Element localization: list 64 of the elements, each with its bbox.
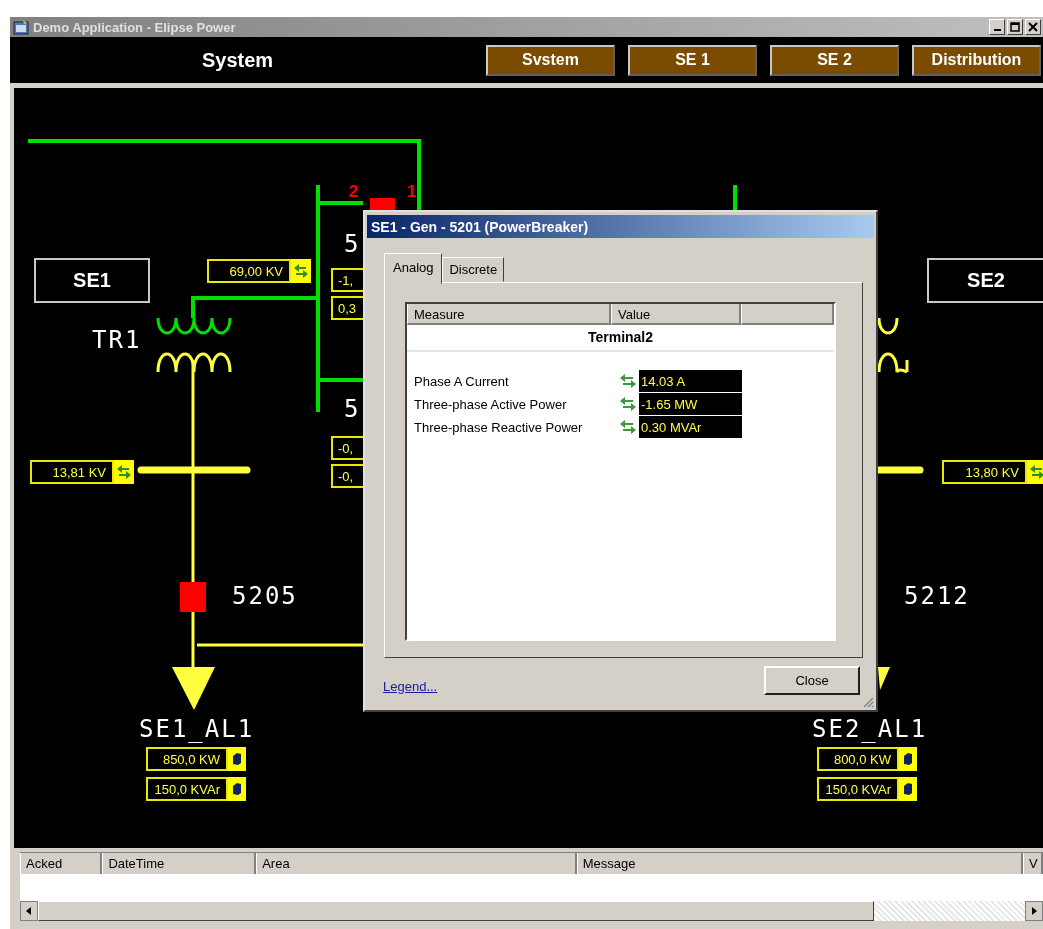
column-header[interactable]: Value <box>611 304 741 325</box>
diagram-label: 5 <box>344 395 361 423</box>
manual-entry-icon <box>228 777 246 801</box>
diagram-label: 5 <box>344 230 361 258</box>
coil-drawing <box>877 316 909 374</box>
tab[interactable]: Analog <box>384 253 443 284</box>
station-button[interactable]: SE2 <box>927 258 1043 303</box>
load-arrow-icon <box>878 667 890 690</box>
manual-entry-icon <box>899 747 917 771</box>
scroll-left-icon[interactable] <box>20 901 38 921</box>
resize-grip-icon[interactable] <box>862 696 874 708</box>
minimize-button[interactable] <box>989 19 1005 35</box>
nav-button[interactable]: SE 2 <box>770 44 899 76</box>
nav-button[interactable]: Svstem <box>486 44 615 76</box>
measurement-value[interactable]: 800,0 KW <box>817 747 899 771</box>
manual-entry-icon <box>228 747 246 771</box>
measure-value: 0.30 MVAr <box>639 416 742 438</box>
scroll-thumb[interactable] <box>38 901 874 921</box>
diagram-label: 5205 <box>232 582 298 610</box>
close-button[interactable]: Close <box>764 666 860 695</box>
nav-button[interactable]: Distribution <box>912 44 1041 76</box>
station-button[interactable]: SE1 <box>34 258 150 303</box>
exchange-arrows-icon <box>619 419 637 435</box>
diagram-label: 2 <box>349 182 359 202</box>
diagram-label: 1 <box>407 182 417 202</box>
column-header[interactable]: Measure <box>407 304 611 325</box>
close-icon <box>1027 21 1039 33</box>
measurement-value[interactable]: 150,0 KVAr <box>146 777 228 801</box>
group-heading: Terminal2 <box>407 325 834 352</box>
measure-value: 14.03 A <box>639 370 742 392</box>
load-arrow-icon <box>172 667 215 710</box>
dialog-title: SE1 - Gen - 5201 (PowerBreaker) <box>367 215 874 238</box>
horizontal-scrollbar[interactable] <box>20 901 1043 921</box>
measure-name: Three-phase Active Power <box>414 396 568 412</box>
diagram-label: 5212 <box>904 582 970 610</box>
exchange-arrows-icon <box>1027 460 1043 484</box>
measurement-value[interactable]: 850,0 KW <box>146 747 228 771</box>
diagram-label: TR1 <box>92 326 142 354</box>
exchange-arrows-icon <box>619 373 637 389</box>
maximize-icon <box>1009 21 1021 33</box>
measure-name: Phase A Current <box>414 373 510 389</box>
measurement-value[interactable]: 13,81 KV <box>30 460 114 484</box>
scroll-right-icon[interactable] <box>1025 901 1043 921</box>
measure-value: -1.65 MW <box>639 393 742 415</box>
diagram-label: SE2_AL1 <box>812 715 928 743</box>
app-icon <box>13 19 29 35</box>
manual-entry-icon <box>899 777 917 801</box>
measurement-value[interactable]: 69,00 KV <box>207 259 291 283</box>
nav-button[interactable]: SE 1 <box>628 44 757 76</box>
minimize-icon <box>993 29 1001 31</box>
legend-link[interactable]: Legend... <box>383 679 438 694</box>
screen-title: System <box>202 48 274 72</box>
tab[interactable]: Discrete <box>442 257 505 282</box>
exchange-arrows-icon <box>114 460 134 484</box>
measurement-value[interactable]: 150,0 KVAr <box>817 777 899 801</box>
maximize-button[interactable] <box>1007 19 1023 35</box>
measure-name: Three-phase Reactive Power <box>414 419 584 435</box>
exchange-arrows-icon <box>619 396 637 412</box>
busbar-line <box>875 466 924 474</box>
close-button[interactable] <box>1025 19 1041 35</box>
exchange-arrows-icon <box>291 259 311 283</box>
measurement-value[interactable]: 13,80 KV <box>942 460 1027 484</box>
diagram-label: SE1_AL1 <box>139 715 255 743</box>
window-title: Demo Application - Elipse Power <box>33 19 236 35</box>
